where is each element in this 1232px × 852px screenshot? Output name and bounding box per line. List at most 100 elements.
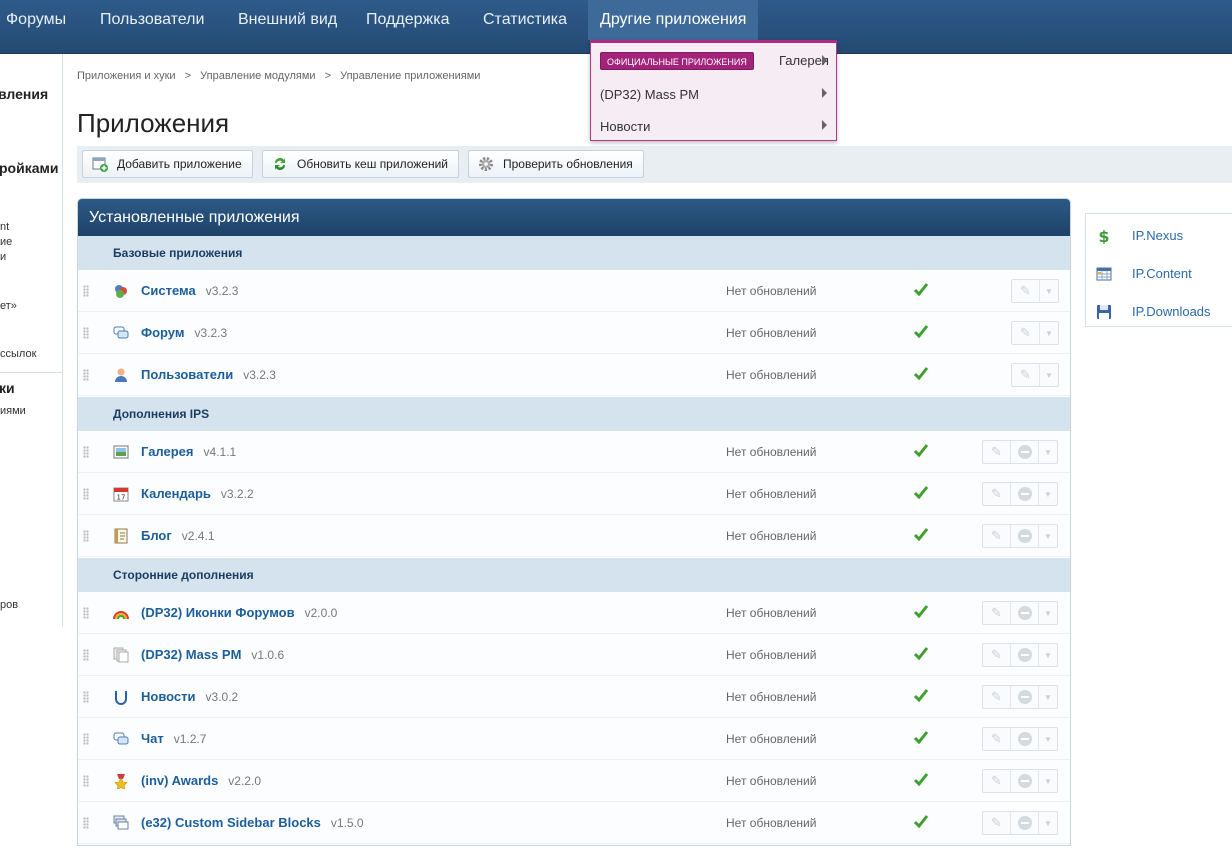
edit-icon[interactable]: ✎ <box>1012 364 1040 386</box>
edit-icon[interactable]: ✎ <box>983 525 1011 547</box>
sidebar-link[interactable]: ет» <box>0 300 17 312</box>
chevron-down-icon[interactable]: ▼ <box>1039 686 1057 708</box>
edit-icon[interactable]: ✎ <box>1012 280 1040 302</box>
app-name-link[interactable]: Новости v3.0.2 <box>141 689 238 704</box>
edit-icon[interactable]: ✎ <box>983 483 1011 505</box>
chevron-down-icon[interactable]: ▼ <box>1039 441 1057 463</box>
drag-handle-icon[interactable] <box>83 691 89 703</box>
chevron-down-icon[interactable]: ▼ <box>1040 364 1058 386</box>
sidebox-item-downloads[interactable]: IP.Downloads <box>1096 302 1226 322</box>
drag-handle-icon[interactable] <box>83 446 89 458</box>
app-version: v1.0.6 <box>251 648 285 662</box>
chevron-down-icon[interactable]: ▼ <box>1039 525 1057 547</box>
chevron-down-icon[interactable]: ▼ <box>1039 812 1057 834</box>
disable-icon[interactable] <box>1011 441 1039 463</box>
drag-handle-icon[interactable] <box>83 488 89 500</box>
nav-look-and-feel[interactable]: Внешний вид <box>226 0 349 40</box>
breadcrumb-apps-and-hooks[interactable]: Приложения и хуки <box>77 70 176 82</box>
app-row: Система v3.2.3 Нет обновлений ✎ ▼ <box>78 270 1070 312</box>
dropdown-item-news[interactable]: Новости <box>600 119 650 134</box>
drag-handle-icon[interactable] <box>83 817 89 829</box>
sidebar-link[interactable]: ров <box>0 599 18 611</box>
drag-handle-icon[interactable] <box>83 285 89 297</box>
sidebox-item-content[interactable]: IP.Content <box>1096 264 1226 284</box>
disable-icon[interactable] <box>1011 602 1039 624</box>
sidebox-item-nexus[interactable]: $ IP.Nexus <box>1096 226 1226 246</box>
update-status: Нет обновлений <box>726 487 817 501</box>
edit-icon[interactable]: ✎ <box>983 728 1011 750</box>
app-name-link[interactable]: (DP32) Mass PM v1.0.6 <box>141 647 284 662</box>
edit-icon[interactable]: ✎ <box>983 686 1011 708</box>
disable-icon[interactable] <box>1011 686 1039 708</box>
chevron-down-icon[interactable]: ▼ <box>1039 483 1057 505</box>
edit-icon[interactable]: ✎ <box>983 644 1011 666</box>
app-row: (e32) Custom Sidebar Blocks v1.5.0 Нет об… <box>78 802 1070 844</box>
edit-icon[interactable]: ✎ <box>1012 322 1040 344</box>
drag-handle-icon[interactable] <box>83 607 89 619</box>
drag-handle-icon[interactable] <box>83 733 89 745</box>
sidebar-heading: вления <box>0 86 49 102</box>
edit-icon[interactable]: ✎ <box>983 770 1011 792</box>
app-actions: ✎ ▼ <box>982 643 1058 667</box>
members-icon <box>115 368 127 382</box>
chevron-down-icon[interactable]: ▼ <box>1039 644 1057 666</box>
app-row: (DP32) Иконки Форумов v2.0.0 Нет обновлен… <box>78 592 1070 634</box>
dollar-icon: $ <box>1098 228 1109 244</box>
chevron-down-icon[interactable]: ▼ <box>1039 770 1057 792</box>
app-name-link[interactable]: Галерея v4.1.1 <box>141 444 236 459</box>
sidebar-link[interactable]: nt <box>0 221 9 233</box>
app-row: Новости v3.0.2 Нет обновлений ✎ ▼ <box>78 676 1070 718</box>
app-name-link[interactable]: (inv) Awards v2.2.0 <box>141 773 261 788</box>
app-name-link[interactable]: Блог v2.4.1 <box>141 528 215 543</box>
drag-handle-icon[interactable] <box>83 649 89 661</box>
gear-icon <box>479 157 493 171</box>
section-core-apps: Базовые приложения <box>78 236 1070 270</box>
sidebar-link[interactable]: ссылок <box>0 348 36 360</box>
app-name-link[interactable]: Форум v3.2.3 <box>141 325 227 340</box>
app-name-link[interactable]: (DP32) Иконки Форумов v2.0.0 <box>141 605 337 620</box>
mass-pm-icon <box>113 647 129 663</box>
check-icon <box>913 731 929 745</box>
edit-icon[interactable]: ✎ <box>983 812 1011 834</box>
edit-icon[interactable]: ✎ <box>983 602 1011 624</box>
disable-icon[interactable] <box>1011 644 1039 666</box>
sidebar-link[interactable]: иями <box>0 405 26 417</box>
app-name-link[interactable]: Чат v1.2.7 <box>141 731 206 746</box>
chevron-down-icon[interactable]: ▼ <box>1040 322 1058 344</box>
refresh-cache-button[interactable]: Обновить кеш приложений <box>262 150 459 178</box>
nav-forums[interactable]: Форумы <box>0 0 78 40</box>
disable-icon[interactable] <box>1011 728 1039 750</box>
breadcrumb-manage-modules[interactable]: Управление модулями <box>200 70 315 82</box>
app-name-link[interactable]: Система v3.2.3 <box>141 283 238 298</box>
drag-handle-icon[interactable] <box>83 327 89 339</box>
official-apps-badge: ОФИЦИАЛЬНЫЕ ПРИЛОЖЕНИЯ <box>600 52 754 70</box>
add-app-button[interactable]: Добавить приложение <box>82 150 253 178</box>
edit-icon[interactable]: ✎ <box>983 441 1011 463</box>
blog-icon <box>114 528 128 544</box>
app-name-link[interactable]: Пользователи v3.2.3 <box>141 367 276 382</box>
nav-stats[interactable]: Статистика <box>471 0 579 40</box>
check-updates-button[interactable]: Проверить обновления <box>468 150 644 178</box>
app-name-link[interactable]: (e32) Custom Sidebar Blocks v1.5.0 <box>141 815 364 830</box>
chevron-down-icon[interactable]: ▼ <box>1039 602 1057 624</box>
disable-icon[interactable] <box>1011 812 1039 834</box>
chevron-down-icon[interactable]: ▼ <box>1040 280 1058 302</box>
nav-members[interactable]: Пользователи <box>88 0 216 40</box>
drag-handle-icon[interactable] <box>83 530 89 542</box>
app-version: v2.2.0 <box>228 774 261 788</box>
disable-icon[interactable] <box>1011 483 1039 505</box>
chevron-down-icon[interactable]: ▼ <box>1039 728 1057 750</box>
drag-handle-icon[interactable] <box>83 369 89 381</box>
sidebar-link[interactable]: и <box>0 251 6 263</box>
drag-handle-icon[interactable] <box>83 775 89 787</box>
disable-icon[interactable] <box>1011 525 1039 547</box>
dropdown-item-mass-pm[interactable]: (DP32) Mass PM <box>600 87 699 102</box>
app-name-link[interactable]: Календарь v3.2.2 <box>141 486 254 501</box>
disable-icon[interactable] <box>1011 770 1039 792</box>
sidebar-link[interactable]: ие <box>0 236 12 248</box>
nav-support[interactable]: Поддержка <box>354 0 461 40</box>
nav-other-apps[interactable]: Другие приложения <box>588 0 759 40</box>
app-actions: ✎ ▼ <box>982 685 1058 709</box>
breadcrumb-manage-apps[interactable]: Управление приложениями <box>340 70 480 82</box>
left-sidebar: вления ройками nt ие и ет» ссылок ки иям… <box>0 54 63 626</box>
